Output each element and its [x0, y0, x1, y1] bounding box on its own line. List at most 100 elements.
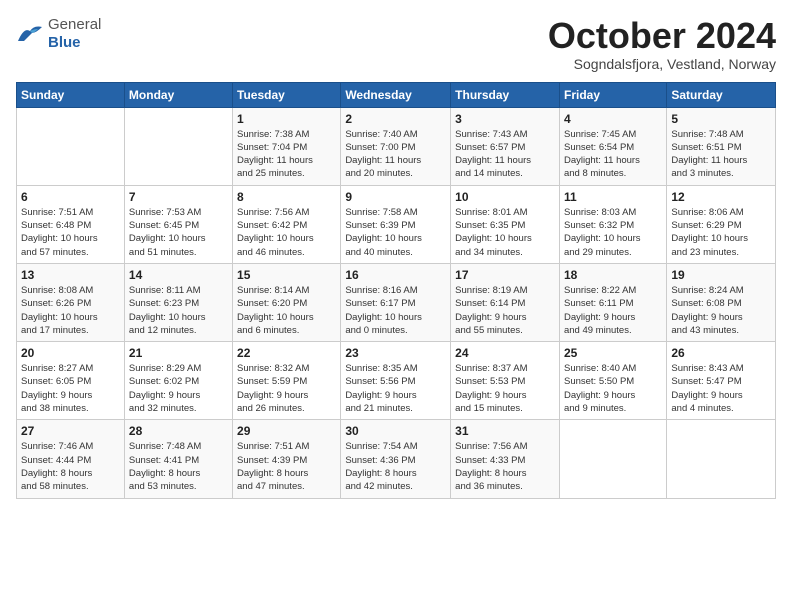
calendar-cell: 24 Sunrise: 8:37 AM Sunset: 5:53 PM Dayli…: [451, 342, 560, 420]
calendar-cell: 25Sunrise: 8:40 AM Sunset: 5:50 PM Dayli…: [559, 342, 666, 420]
day-number: 13: [21, 268, 120, 282]
day-number: 15: [237, 268, 336, 282]
calendar-cell: 11 Sunrise: 8:03 AM Sunset: 6:32 PM Dayli…: [559, 185, 666, 263]
day-info: Sunrise: 7:54 AM Sunset: 4:36 PM Dayligh…: [345, 440, 446, 493]
day-info: Sunrise: 8:14 AM Sunset: 6:20 PM Dayligh…: [237, 284, 336, 337]
day-number: 22: [237, 346, 336, 360]
day-info: Sunrise: 8:22 AM Sunset: 6:11 PM Dayligh…: [564, 284, 662, 337]
day-number: 12: [671, 190, 771, 204]
day-info: Sunrise: 8:19 AM Sunset: 6:14 PM Dayligh…: [455, 284, 555, 337]
header-cell-monday: Monday: [124, 82, 232, 107]
day-info: Sunrise: 8:08 AM Sunset: 6:26 PM Dayligh…: [21, 284, 120, 337]
day-number: 17: [455, 268, 555, 282]
calendar-table: SundayMondayTuesdayWednesdayThursdayFrid…: [16, 82, 776, 499]
logo-bird-icon: [16, 23, 44, 45]
calendar-cell: 8 Sunrise: 7:56 AM Sunset: 6:42 PM Daylig…: [233, 185, 341, 263]
day-number: 2: [345, 112, 446, 126]
day-info: Sunrise: 8:37 AM Sunset: 5:53 PM Dayligh…: [455, 362, 555, 415]
calendar-cell: [124, 107, 232, 185]
day-info: Sunrise: 8:27 AM Sunset: 6:05 PM Dayligh…: [21, 362, 120, 415]
day-number: 26: [671, 346, 771, 360]
header: General Blue October 2024 Sogndalsfjora,…: [16, 16, 776, 72]
calendar-cell: 27Sunrise: 7:46 AM Sunset: 4:44 PM Dayli…: [17, 420, 125, 498]
day-number: 18: [564, 268, 662, 282]
day-info: Sunrise: 7:51 AM Sunset: 4:39 PM Dayligh…: [237, 440, 336, 493]
week-row: 13 Sunrise: 8:08 AM Sunset: 6:26 PM Dayli…: [17, 263, 776, 341]
day-info: Sunrise: 8:01 AM Sunset: 6:35 PM Dayligh…: [455, 206, 555, 259]
calendar-cell: 31Sunrise: 7:56 AM Sunset: 4:33 PM Dayli…: [451, 420, 560, 498]
header-cell-wednesday: Wednesday: [341, 82, 451, 107]
calendar-subtitle: Sogndalsfjora, Vestland, Norway: [548, 56, 776, 72]
day-number: 9: [345, 190, 446, 204]
calendar-cell: 2 Sunrise: 7:40 AM Sunset: 7:00 PM Daylig…: [341, 107, 451, 185]
day-info: Sunrise: 7:51 AM Sunset: 6:48 PM Dayligh…: [21, 206, 120, 259]
calendar-cell: 14 Sunrise: 8:11 AM Sunset: 6:23 PM Dayli…: [124, 263, 232, 341]
day-info: Sunrise: 7:40 AM Sunset: 7:00 PM Dayligh…: [345, 128, 446, 181]
day-info: Sunrise: 8:16 AM Sunset: 6:17 PM Dayligh…: [345, 284, 446, 337]
day-number: 8: [237, 190, 336, 204]
calendar-header: SundayMondayTuesdayWednesdayThursdayFrid…: [17, 82, 776, 107]
day-number: 21: [129, 346, 228, 360]
day-number: 24: [455, 346, 555, 360]
day-number: 11: [564, 190, 662, 204]
header-cell-thursday: Thursday: [451, 82, 560, 107]
day-info: Sunrise: 7:58 AM Sunset: 6:39 PM Dayligh…: [345, 206, 446, 259]
day-number: 23: [345, 346, 446, 360]
header-cell-tuesday: Tuesday: [233, 82, 341, 107]
day-number: 29: [237, 424, 336, 438]
day-info: Sunrise: 7:48 AM Sunset: 6:51 PM Dayligh…: [671, 128, 771, 181]
day-info: Sunrise: 7:53 AM Sunset: 6:45 PM Dayligh…: [129, 206, 228, 259]
logo-text-general: General: [48, 16, 101, 33]
day-number: 3: [455, 112, 555, 126]
day-number: 4: [564, 112, 662, 126]
calendar-cell: 18 Sunrise: 8:22 AM Sunset: 6:11 PM Dayli…: [559, 263, 666, 341]
logo-text-blue: Blue: [48, 34, 81, 51]
day-info: Sunrise: 7:45 AM Sunset: 6:54 PM Dayligh…: [564, 128, 662, 181]
calendar-cell: 12 Sunrise: 8:06 AM Sunset: 6:29 PM Dayli…: [667, 185, 776, 263]
calendar-cell: 21Sunrise: 8:29 AM Sunset: 6:02 PM Dayli…: [124, 342, 232, 420]
calendar-cell: [667, 420, 776, 498]
day-info: Sunrise: 7:38 AM Sunset: 7:04 PM Dayligh…: [237, 128, 336, 181]
calendar-cell: 28Sunrise: 7:48 AM Sunset: 4:41 PM Dayli…: [124, 420, 232, 498]
day-number: 27: [21, 424, 120, 438]
calendar-cell: 23Sunrise: 8:35 AM Sunset: 5:56 PM Dayli…: [341, 342, 451, 420]
calendar-body: 1 Sunrise: 7:38 AM Sunset: 7:04 PM Daylig…: [17, 107, 776, 498]
week-row: 27Sunrise: 7:46 AM Sunset: 4:44 PM Dayli…: [17, 420, 776, 498]
header-cell-friday: Friday: [559, 82, 666, 107]
day-number: 10: [455, 190, 555, 204]
day-info: Sunrise: 8:24 AM Sunset: 6:08 PM Dayligh…: [671, 284, 771, 337]
calendar-title: October 2024: [548, 16, 776, 56]
calendar-cell: 9 Sunrise: 7:58 AM Sunset: 6:39 PM Daylig…: [341, 185, 451, 263]
day-info: Sunrise: 8:03 AM Sunset: 6:32 PM Dayligh…: [564, 206, 662, 259]
week-row: 6Sunrise: 7:51 AM Sunset: 6:48 PM Daylig…: [17, 185, 776, 263]
day-number: 20: [21, 346, 120, 360]
title-block: October 2024 Sogndalsfjora, Vestland, No…: [548, 16, 776, 72]
day-number: 28: [129, 424, 228, 438]
week-row: 1 Sunrise: 7:38 AM Sunset: 7:04 PM Daylig…: [17, 107, 776, 185]
header-row: SundayMondayTuesdayWednesdayThursdayFrid…: [17, 82, 776, 107]
calendar-cell: 15 Sunrise: 8:14 AM Sunset: 6:20 PM Dayli…: [233, 263, 341, 341]
calendar-cell: 22 Sunrise: 8:32 AM Sunset: 5:59 PM Dayli…: [233, 342, 341, 420]
day-number: 1: [237, 112, 336, 126]
calendar-cell: 16Sunrise: 8:16 AM Sunset: 6:17 PM Dayli…: [341, 263, 451, 341]
calendar-cell: 6Sunrise: 7:51 AM Sunset: 6:48 PM Daylig…: [17, 185, 125, 263]
calendar-cell: 1 Sunrise: 7:38 AM Sunset: 7:04 PM Daylig…: [233, 107, 341, 185]
day-number: 5: [671, 112, 771, 126]
calendar-cell: 4 Sunrise: 7:45 AM Sunset: 6:54 PM Daylig…: [559, 107, 666, 185]
calendar-cell: [559, 420, 666, 498]
day-info: Sunrise: 8:40 AM Sunset: 5:50 PM Dayligh…: [564, 362, 662, 415]
day-info: Sunrise: 8:43 AM Sunset: 5:47 PM Dayligh…: [671, 362, 771, 415]
day-info: Sunrise: 8:11 AM Sunset: 6:23 PM Dayligh…: [129, 284, 228, 337]
header-cell-sunday: Sunday: [17, 82, 125, 107]
week-row: 20 Sunrise: 8:27 AM Sunset: 6:05 PM Dayli…: [17, 342, 776, 420]
calendar-cell: 10 Sunrise: 8:01 AM Sunset: 6:35 PM Dayli…: [451, 185, 560, 263]
calendar-cell: 26 Sunrise: 8:43 AM Sunset: 5:47 PM Dayli…: [667, 342, 776, 420]
day-info: Sunrise: 7:56 AM Sunset: 4:33 PM Dayligh…: [455, 440, 555, 493]
calendar-cell: 7Sunrise: 7:53 AM Sunset: 6:45 PM Daylig…: [124, 185, 232, 263]
day-number: 14: [129, 268, 228, 282]
calendar-cell: 3Sunrise: 7:43 AM Sunset: 6:57 PM Daylig…: [451, 107, 560, 185]
day-info: Sunrise: 7:56 AM Sunset: 6:42 PM Dayligh…: [237, 206, 336, 259]
day-info: Sunrise: 8:32 AM Sunset: 5:59 PM Dayligh…: [237, 362, 336, 415]
calendar-cell: 5 Sunrise: 7:48 AM Sunset: 6:51 PM Daylig…: [667, 107, 776, 185]
day-info: Sunrise: 8:06 AM Sunset: 6:29 PM Dayligh…: [671, 206, 771, 259]
